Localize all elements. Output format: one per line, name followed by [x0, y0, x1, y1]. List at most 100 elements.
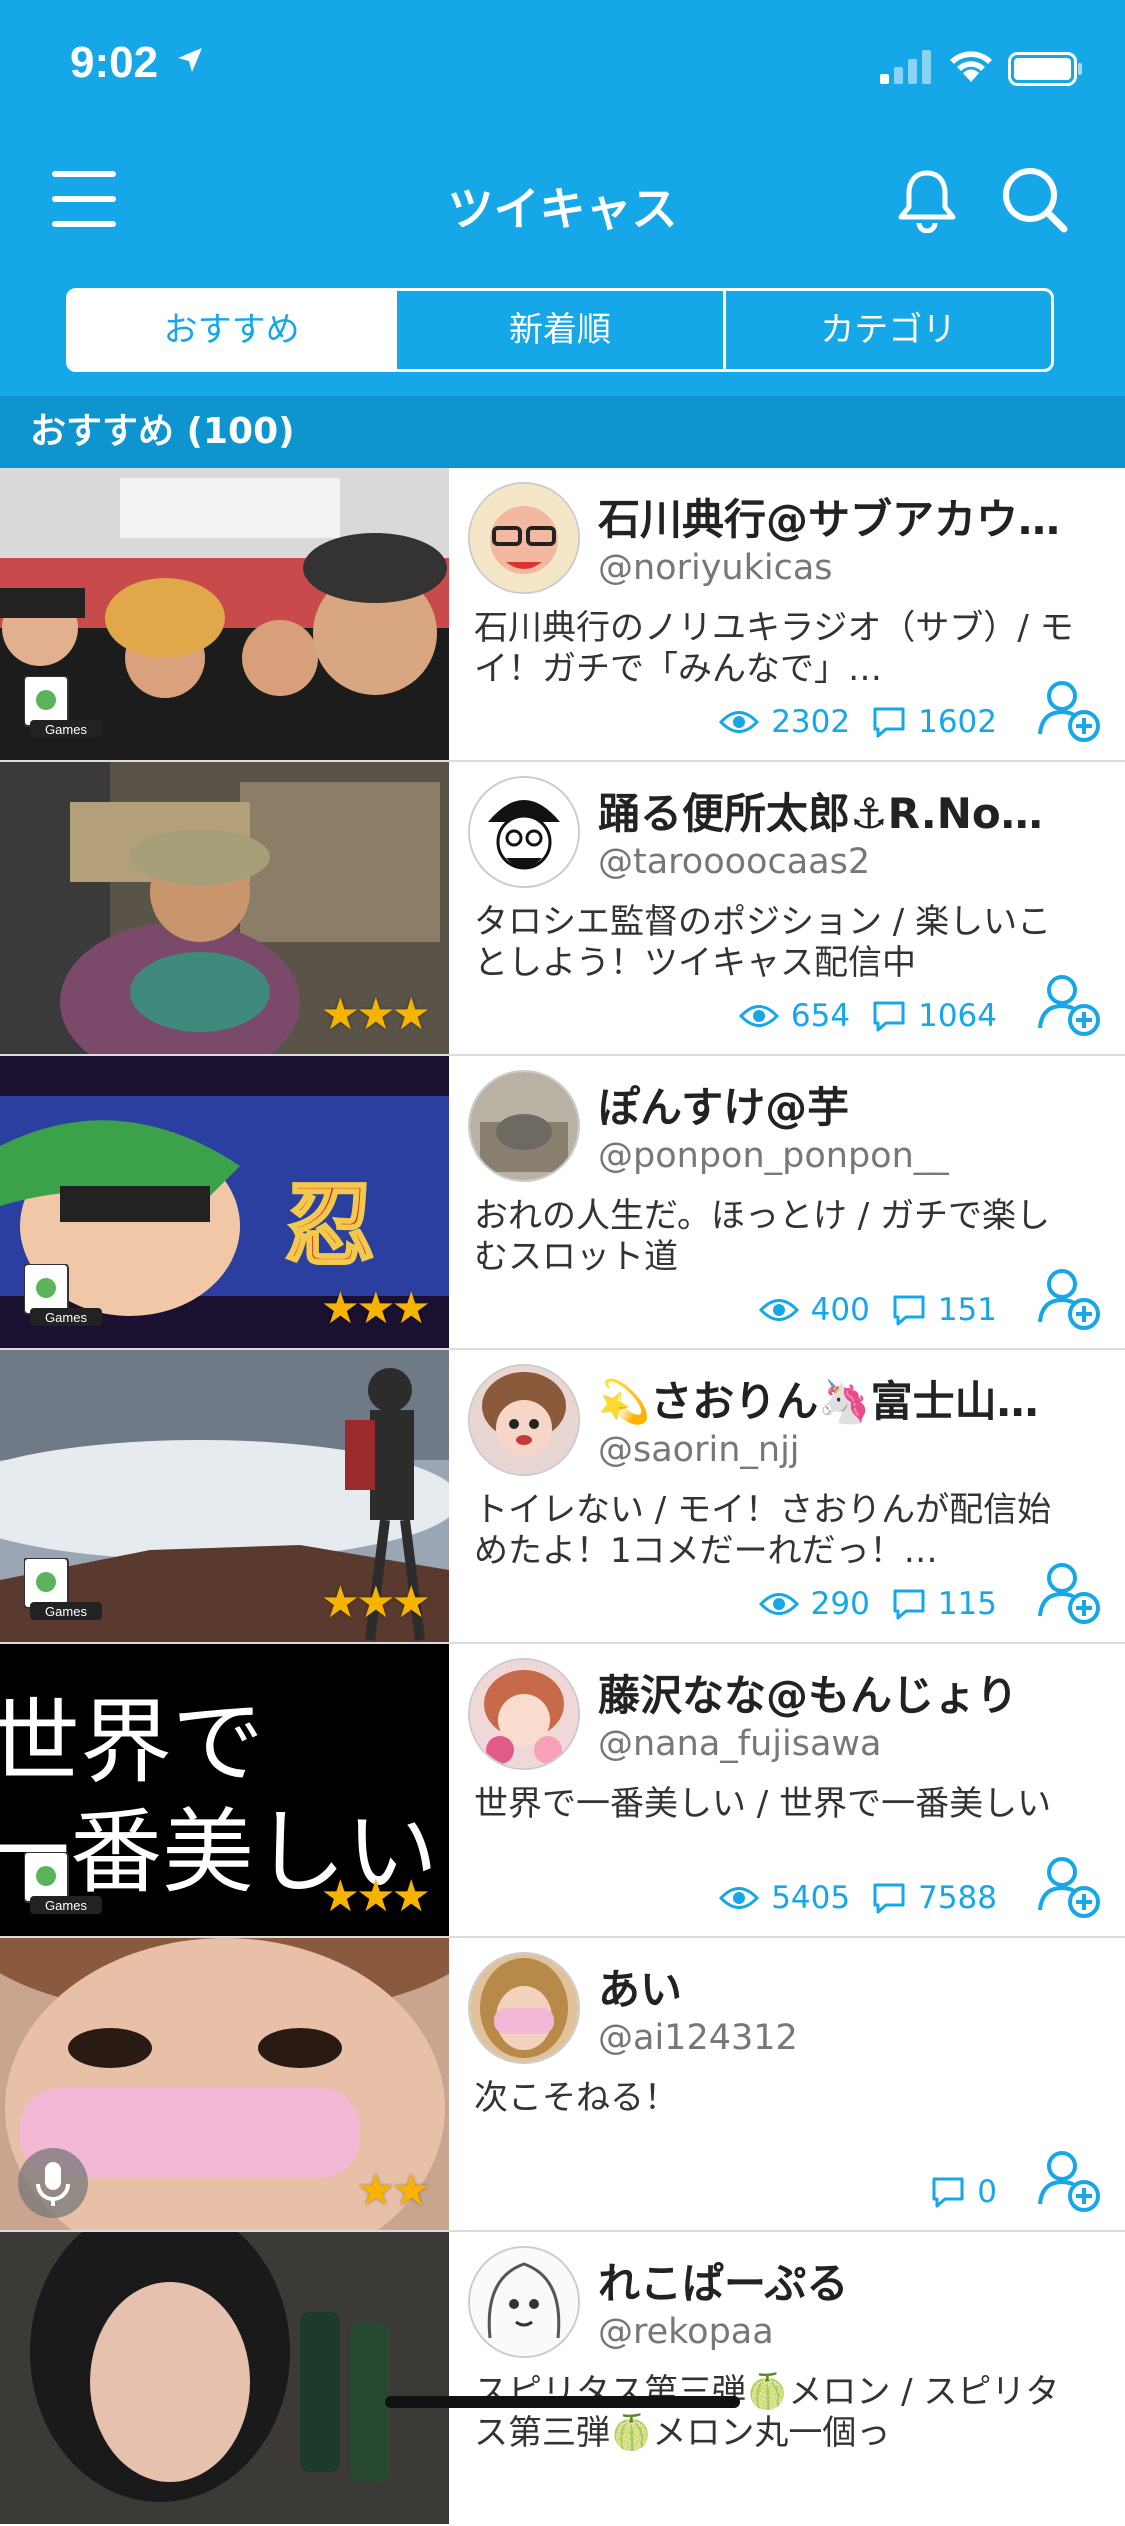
avatar[interactable] [468, 1070, 580, 1182]
rating-stars: ★★★ [320, 1283, 431, 1334]
streamer-handle: @saorin_njj [598, 1430, 800, 1470]
stream-description: スピリタス第三弾🍈メロン / スピリタス第三弾🍈メロン丸一個っ [474, 2372, 1060, 2453]
location-arrow-icon [178, 48, 202, 72]
add-user-icon[interactable] [1036, 678, 1102, 744]
streamer-handle: @noriyukicas [598, 548, 833, 588]
stream-thumbnail[interactable]: ★★ [0, 1938, 449, 2230]
stream-description: 世界で一番美しい / 世界で一番美しい [474, 1784, 1052, 1824]
comment-count: 1602 [918, 704, 997, 740]
nav-bar: ツイキャス [0, 135, 1125, 265]
add-user-icon[interactable] [1036, 972, 1102, 1038]
streamer-name: 石川典行@サブアカウ… [598, 495, 1061, 544]
eye-icon [719, 1887, 760, 1909]
app-header: 9:02 ツイキャス おすすめ 新着順 カテゴリ [0, 0, 1125, 396]
stream-description: トイレない / モイ！さおりんが配信始めたよ！1コメだーれだっ！… [474, 1490, 1052, 1571]
comment-icon [873, 707, 905, 738]
svg-text:Games: Games [45, 722, 87, 737]
list-item[interactable]: Games 石川典行@サブアカウ… @noriyukicas 石川典行のノリユキ… [0, 468, 1125, 762]
tab-recommended[interactable]: おすすめ [69, 291, 398, 369]
streamer-name: あい [598, 1965, 683, 2014]
avatar[interactable] [468, 1364, 580, 1476]
status-bar: 9:02 [0, 0, 1125, 135]
svg-text:Games: Games [45, 1604, 87, 1619]
streamer-handle: @ponpon_ponpon__ [598, 1136, 949, 1176]
list-item[interactable]: 忍 Games ★★★ ぽんすけ@芋 @ponpon_ponpon__ おれの人… [0, 1056, 1125, 1350]
stream-description: おれの人生だ。ほっとけ / ガチで楽しむスロット道 [474, 1196, 1051, 1277]
avatar[interactable] [468, 2246, 580, 2358]
tab-newest[interactable]: 新着順 [397, 291, 726, 369]
streamer-handle: @taroooocaas2 [598, 842, 871, 882]
comment-count: 7588 [918, 1880, 997, 1916]
list-item[interactable]: れこぱーぷる @rekopaa スピリタス第三弾🍈メロン / スピリタス第三弾🍈… [0, 2232, 1125, 2526]
eye-icon [719, 711, 760, 733]
rating-stars: ★★★ [320, 989, 431, 1040]
comment-count: 0 [977, 2174, 997, 2210]
streamer-handle: @rekopaa [598, 2312, 774, 2352]
wifi-icon [950, 51, 992, 82]
avatar[interactable] [468, 482, 580, 594]
comment-icon [893, 1589, 925, 1620]
stream-thumbnail[interactable]: ★★★ [0, 762, 449, 1054]
comment-icon [873, 1883, 905, 1914]
avatar[interactable] [468, 1658, 580, 1770]
battery-icon [1008, 52, 1082, 86]
streamer-name: れこぱーぷる [598, 2259, 849, 2308]
rating-stars: ★★ [356, 2165, 431, 2216]
eye-icon [738, 1005, 779, 1027]
games-badge-icon: Games [24, 1852, 102, 1914]
search-icon[interactable] [1000, 165, 1070, 235]
comment-icon [932, 2177, 964, 2208]
stream-stats: 5405 7588 [697, 1876, 997, 1920]
comment-count: 115 [937, 1586, 997, 1622]
add-user-icon[interactable] [1036, 1560, 1102, 1626]
stream-description: タロシエ監督のポジション / 楽しいことしよう！ツイキャス配信中 [474, 902, 1052, 983]
comment-count: 1064 [918, 998, 997, 1034]
view-count: 5405 [771, 1880, 851, 1916]
stream-stats: 400 151 [737, 1288, 997, 1332]
list-item[interactable]: Games ★★★ 💫さおりん🦄富士山… @saorin_njj トイレない /… [0, 1350, 1125, 1644]
svg-text:世界で: 世界で [0, 1689, 264, 1796]
list-item[interactable]: ★★ あい @ai124312 次こそねる！ 0 [0, 1938, 1125, 2232]
add-user-icon[interactable] [1036, 1854, 1102, 1920]
comment-count: 151 [937, 1292, 997, 1328]
stream-list: Games 石川典行@サブアカウ… @noriyukicas 石川典行のノリユキ… [0, 468, 1125, 2526]
stream-stats: 2302 1602 [697, 700, 997, 744]
rating-stars: ★★★ [320, 1577, 431, 1628]
view-count: 654 [790, 998, 851, 1034]
view-count: 290 [810, 1586, 870, 1622]
streamer-name: ぽんすけ@芋 [598, 1083, 850, 1132]
svg-text:忍: 忍 [285, 1173, 375, 1278]
cell-signal-icon [880, 50, 931, 84]
avatar[interactable] [468, 1952, 580, 2064]
svg-text:Games: Games [45, 1310, 87, 1325]
streamer-name: 踊る便所太郎⚓R.No… [598, 789, 1043, 838]
games-badge-icon: Games [24, 1264, 102, 1326]
add-user-icon[interactable] [1036, 2148, 1102, 2214]
stream-stats: 654 1064 [717, 994, 997, 1038]
status-time: 9:02 [70, 38, 159, 87]
games-badge-icon: Games [24, 676, 102, 738]
bell-icon[interactable] [895, 167, 959, 233]
svg-text:Games: Games [45, 1898, 87, 1913]
stream-thumbnail[interactable] [0, 2232, 449, 2524]
streamer-name: 💫さおりん🦄富士山… [598, 1377, 1039, 1426]
microphone-icon [18, 2148, 88, 2218]
list-item[interactable]: 世界で 一番美しい Games ★★★ 藤沢なな@もんじょり @nana_fuj… [0, 1644, 1125, 1938]
stream-thumbnail[interactable]: 忍 Games ★★★ [0, 1056, 449, 1348]
add-user-icon[interactable] [1036, 1266, 1102, 1332]
list-item[interactable]: ★★★ 踊る便所太郎⚓R.No… @taroooocaas2 タロシエ監督のポジ… [0, 762, 1125, 1056]
segment-tabs: おすすめ 新着順 カテゴリ [66, 288, 1054, 372]
eye-icon [758, 1299, 799, 1321]
tab-category[interactable]: カテゴリ [726, 291, 1051, 369]
view-count: 400 [810, 1292, 870, 1328]
avatar[interactable] [468, 776, 580, 888]
stream-description: 次こそねる！ [474, 2078, 678, 2118]
stream-description: 石川典行のノリユキラジオ（サブ）/ モイ！ガチで「みんなで」… [474, 608, 1074, 689]
stream-thumbnail[interactable]: Games ★★★ [0, 1350, 449, 1642]
streamer-handle: @ai124312 [598, 2018, 798, 2058]
streamer-handle: @nana_fujisawa [598, 1724, 882, 1764]
games-badge-icon: Games [24, 1558, 102, 1620]
stream-thumbnail[interactable]: Games [0, 468, 449, 760]
stream-thumbnail[interactable]: 世界で 一番美しい Games ★★★ [0, 1644, 449, 1936]
home-indicator[interactable] [385, 2396, 740, 2408]
